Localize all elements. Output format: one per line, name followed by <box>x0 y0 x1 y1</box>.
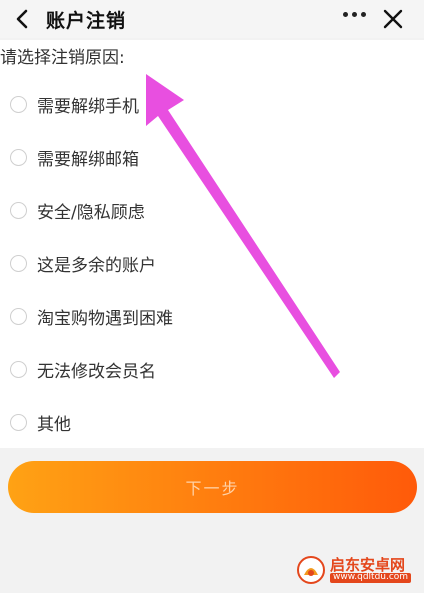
radio-icon[interactable] <box>10 95 27 113</box>
option-label: 这是多余的账户 <box>37 255 156 276</box>
more-dots-icon[interactable] <box>343 12 366 17</box>
reason-panel: 请选择注销原因: 需要解绑手机 需要解绑邮箱 安全/隐私顾虑 这是多余的账户 淘… <box>0 40 424 448</box>
watermark-url: www.qdltdu.com <box>330 572 412 584</box>
option-label: 无法修改会员名 <box>37 361 156 382</box>
option-label: 需要解绑手机 <box>37 96 139 117</box>
site-watermark: 启东安卓网 www.qdltdu.com <box>296 550 422 590</box>
option-privacy[interactable]: 安全/隐私顾虑 <box>10 195 145 225</box>
option-redundant-account[interactable]: 这是多余的账户 <box>10 248 156 278</box>
option-label: 其他 <box>37 414 71 435</box>
watermark-name: 启东安卓网 <box>330 555 406 574</box>
page-title: 账户注销 <box>46 10 127 32</box>
option-label: 淘宝购物遇到困难 <box>37 308 173 329</box>
radio-icon[interactable] <box>10 360 27 378</box>
radio-icon[interactable] <box>10 307 27 325</box>
option-cannot-rename[interactable]: 无法修改会员名 <box>10 354 156 384</box>
option-unbind-phone[interactable]: 需要解绑手机 <box>10 89 139 119</box>
reason-prompt: 请选择注销原因: <box>0 48 125 68</box>
next-step-button[interactable]: 下一步 <box>8 461 417 513</box>
radio-icon[interactable] <box>10 413 27 431</box>
watermark-logo-icon <box>297 556 325 584</box>
option-label: 安全/隐私顾虑 <box>37 202 145 223</box>
radio-icon[interactable] <box>10 201 27 219</box>
option-other[interactable]: 其他 <box>10 407 71 437</box>
radio-icon[interactable] <box>10 148 27 166</box>
option-shopping-difficulty[interactable]: 淘宝购物遇到困难 <box>10 301 173 331</box>
radio-icon[interactable] <box>10 254 27 272</box>
chevron-left-icon[interactable] <box>12 8 34 30</box>
option-unbind-email[interactable]: 需要解绑邮箱 <box>10 142 139 172</box>
close-icon[interactable] <box>382 8 404 30</box>
nav-header: 账户注销 <box>0 0 424 38</box>
option-label: 需要解绑邮箱 <box>37 149 139 170</box>
